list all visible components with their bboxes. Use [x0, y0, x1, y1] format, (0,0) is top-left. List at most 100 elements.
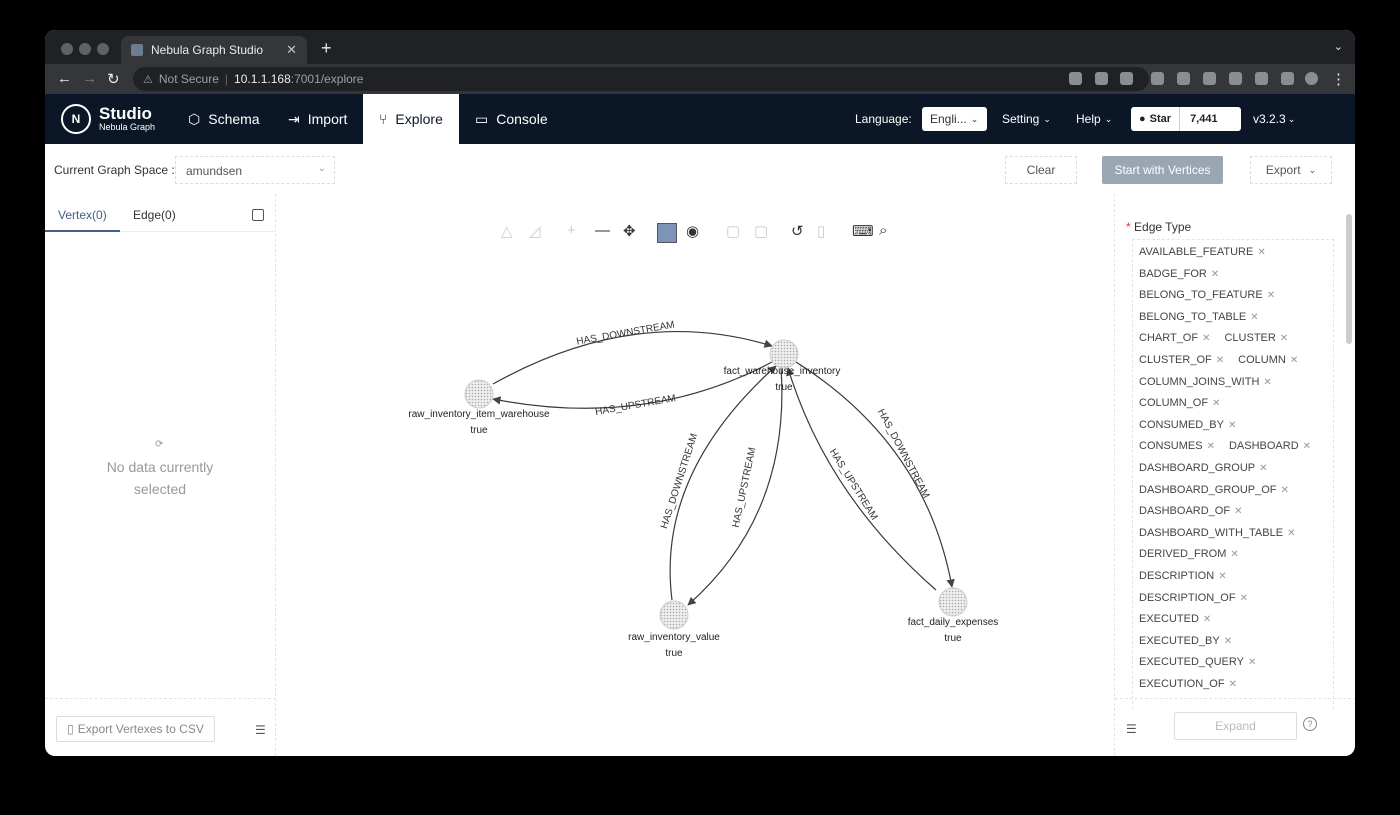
extension-icon[interactable] [1177, 72, 1190, 85]
remove-tag-icon[interactable]: ✕ [1280, 333, 1288, 344]
export-button[interactable]: Export ⌄ [1250, 156, 1332, 184]
edge-type-tag[interactable]: DASHBOARD ✕ [1229, 436, 1311, 458]
edge-type-tag[interactable]: EXECUTED ✕ [1139, 609, 1333, 631]
remove-tag-icon[interactable]: ✕ [1281, 485, 1289, 496]
graph-space-select[interactable]: amundsen ⌄ [175, 156, 335, 184]
edge-type-tag[interactable]: EXECUTION_OF ✕ [1139, 674, 1333, 696]
edge-type-tag[interactable]: DASHBOARD_GROUP_OF ✕ [1139, 480, 1333, 502]
forward-icon[interactable]: → [82, 70, 97, 87]
remove-tag-icon[interactable]: ✕ [1257, 247, 1265, 258]
remove-tag-icon[interactable]: ✕ [1224, 636, 1232, 647]
remove-tag-icon[interactable]: ✕ [1203, 614, 1211, 625]
key-icon[interactable] [1069, 72, 1082, 85]
edge-type-tag[interactable]: EXECUTED_BY ✕ [1139, 631, 1333, 653]
edge-type-tag[interactable]: COLUMN_OF ✕ [1139, 393, 1333, 415]
browser-tab[interactable]: Nebula Graph Studio ✕ [121, 36, 307, 64]
extension-icon[interactable] [1203, 72, 1216, 85]
remove-tag-icon[interactable]: ✕ [1230, 549, 1238, 560]
edge-type-select[interactable]: AVAILABLE_FEATURE ✕ BADGE_FOR ✕ BELONG_TO_FE… [1132, 239, 1334, 709]
remove-tag-icon[interactable]: ✕ [1267, 290, 1275, 301]
edge-type-tag[interactable]: BELONG_TO_TABLE ✕ [1139, 307, 1333, 329]
edge-type-tag[interactable]: CONSUMES ✕ [1139, 436, 1215, 458]
edge-type-tag[interactable]: DASHBOARD_WITH_TABLE ✕ [1139, 523, 1333, 545]
collapse-panel-icon[interactable]: ☰ [255, 723, 266, 737]
remove-tag-icon[interactable]: ✕ [1290, 355, 1298, 366]
maximize-window-dot[interactable] [97, 43, 109, 55]
edge-type-tag[interactable]: CLUSTER ✕ [1224, 328, 1288, 350]
remove-tag-icon[interactable]: ✕ [1216, 355, 1224, 366]
remove-tag-icon[interactable]: ✕ [1234, 506, 1242, 517]
tab-vertex[interactable]: Vertex(0) [58, 208, 107, 222]
graph-edge[interactable] [795, 361, 955, 588]
extension-icon[interactable] [1151, 72, 1164, 85]
github-star-button[interactable]: ● Star 7,441 [1131, 107, 1241, 131]
browser-menu-icon[interactable]: ⋮ [1331, 70, 1346, 88]
graph-canvas[interactable]: △ ◿ + — ✥ ◉ ▢ ▢ ↺ ▯ ⌨ ⌕ HAS_DOWNSTREAM HA… [276, 194, 1114, 756]
remove-tag-icon[interactable]: ✕ [1287, 528, 1295, 539]
collapse-panel-icon[interactable]: ☰ [1126, 722, 1137, 736]
remove-tag-icon[interactable]: ✕ [1250, 312, 1258, 323]
remove-tag-icon[interactable]: ✕ [1248, 657, 1256, 668]
edge-type-tag[interactable]: CHART_OF ✕ [1139, 328, 1210, 350]
sidebar-icon[interactable] [1281, 72, 1294, 85]
remove-tag-icon[interactable]: ✕ [1207, 441, 1215, 452]
tab-edge[interactable]: Edge(0) [133, 208, 176, 222]
back-icon[interactable]: ← [57, 70, 72, 87]
edge-type-tag[interactable]: DASHBOARD_GROUP ✕ [1139, 458, 1333, 480]
remove-tag-icon[interactable]: ✕ [1259, 463, 1267, 474]
language-select[interactable]: Engli... ⌄ [922, 107, 987, 131]
edge-type-tag[interactable]: COLUMN_JOINS_WITH ✕ [1139, 372, 1333, 394]
graph-vertex[interactable] [659, 600, 689, 630]
help-menu[interactable]: Help ⌄ [1076, 94, 1112, 144]
start-with-vertices-button[interactable]: Start with Vertices [1102, 156, 1223, 184]
setting-menu[interactable]: Setting ⌄ [1002, 94, 1051, 144]
edge-type-tag[interactable]: DESCRIPTION ✕ [1139, 566, 1333, 588]
fit-view-icon[interactable] [252, 209, 264, 221]
edge-type-tag[interactable]: DASHBOARD_OF ✕ [1139, 501, 1333, 523]
share-icon[interactable] [1095, 72, 1108, 85]
edge-type-tag[interactable]: AVAILABLE_FEATURE ✕ [1139, 242, 1333, 264]
puzzle-icon[interactable] [1255, 72, 1268, 85]
studio-logo[interactable]: N Studio Nebula Graph [61, 104, 155, 134]
edge-type-tag[interactable]: DESCRIPTION_OF ✕ [1139, 588, 1333, 610]
nav-explore[interactable]: ⑂ Explore [363, 94, 459, 144]
bookmark-star-icon[interactable] [1120, 72, 1133, 85]
edge-type-tag[interactable]: COLUMN ✕ [1238, 350, 1298, 372]
graph-edge[interactable] [687, 367, 783, 606]
remove-tag-icon[interactable]: ✕ [1303, 441, 1311, 452]
edge-type-tag[interactable]: BELONG_TO_FEATURE ✕ [1139, 285, 1333, 307]
url-field[interactable]: ⚠ Not Secure | 10.1.1.168:7001/explore [133, 67, 1149, 91]
export-vertexes-csv-button[interactable]: ▯ Export Vertexes to CSV [56, 716, 215, 742]
remove-tag-icon[interactable]: ✕ [1211, 269, 1219, 280]
nav-import[interactable]: ⇥ Import [274, 94, 361, 144]
panel-scrollbar[interactable] [1346, 214, 1352, 344]
graph-vertex[interactable] [464, 379, 494, 409]
expand-button[interactable]: Expand [1174, 712, 1297, 740]
graph-svg[interactable]: HAS_DOWNSTREAMHAS_UPSTREAMHAS_DOWNSTREAM… [276, 194, 1114, 756]
edge-type-tag[interactable]: EXECUTED_QUERY ✕ [1139, 652, 1333, 674]
tab-search-chevron-icon[interactable]: ⌄ [1334, 40, 1343, 53]
profile-avatar[interactable] [1305, 72, 1318, 85]
edge-type-tag[interactable]: CONSUMED_BY ✕ [1139, 415, 1333, 437]
edge-type-tag[interactable]: DERIVED_FROM ✕ [1139, 544, 1333, 566]
close-tab-icon[interactable]: ✕ [286, 42, 297, 58]
remove-tag-icon[interactable]: ✕ [1202, 333, 1210, 344]
edge-type-tag[interactable]: CLUSTER_OF ✕ [1139, 350, 1224, 372]
minimize-window-dot[interactable] [79, 43, 91, 55]
close-window-dot[interactable] [61, 43, 73, 55]
graph-edge[interactable] [669, 365, 777, 601]
clear-button[interactable]: Clear [1005, 156, 1077, 184]
edge-type-tag[interactable]: BADGE_FOR ✕ [1139, 264, 1333, 286]
nav-console[interactable]: ▭ Console [461, 94, 562, 144]
remove-tag-icon[interactable]: ✕ [1212, 398, 1220, 409]
help-icon[interactable]: ? [1303, 717, 1317, 731]
github-star-count[interactable]: 7,441 [1180, 113, 1228, 125]
nav-schema[interactable]: ⬡ Schema [174, 94, 274, 144]
remove-tag-icon[interactable]: ✕ [1263, 377, 1271, 388]
new-tab-icon[interactable]: + [321, 38, 332, 59]
remove-tag-icon[interactable]: ✕ [1240, 593, 1248, 604]
remove-tag-icon[interactable]: ✕ [1228, 420, 1236, 431]
graph-vertex[interactable] [769, 339, 799, 369]
remove-tag-icon[interactable]: ✕ [1229, 679, 1237, 690]
reload-icon[interactable]: ↻ [107, 70, 120, 88]
